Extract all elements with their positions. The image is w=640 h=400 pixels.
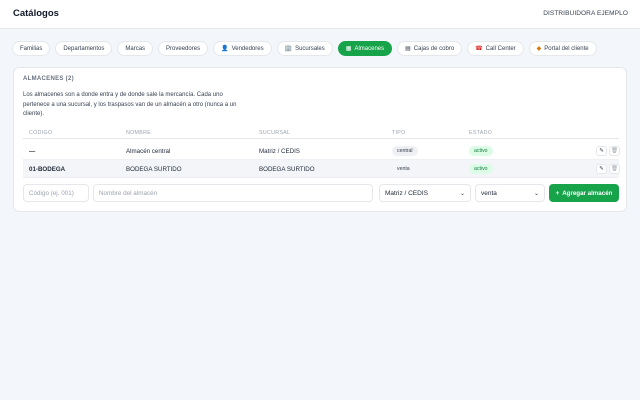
phone-icon: ☎ — [475, 45, 483, 52]
tab-label: Call Center — [485, 45, 516, 52]
pencil-icon: ✎ — [599, 166, 604, 172]
pencil-icon: ✎ — [599, 148, 604, 154]
add-button-label: Agregar almacén — [562, 189, 613, 197]
person-icon: 👤 — [221, 45, 229, 52]
tab-vendedores[interactable]: 👤 Vendedores — [213, 41, 272, 56]
type-badge: central — [392, 146, 418, 156]
delete-button[interactable]: 🗑 — [609, 164, 620, 174]
add-almacen-form: Código (ej. 001) Nombre del almacén Matr… — [23, 184, 619, 202]
trash-icon: 🗑 — [611, 166, 618, 172]
branch-select[interactable]: Matriz / CEDIS ⌄ — [379, 184, 471, 202]
tab-familias[interactable]: Familias — [12, 41, 51, 56]
header-branch: SUCURSAL — [259, 130, 291, 136]
header-name: NOMBRE — [126, 130, 152, 136]
tab-departamentos[interactable]: Departamentos — [55, 41, 113, 56]
tab-marcas[interactable]: Marcas — [117, 41, 154, 56]
tab-proveedores[interactable]: Proveedores — [158, 41, 209, 56]
code-input[interactable]: Código (ej. 001) — [23, 184, 89, 202]
tab-label: Vendedores — [231, 45, 264, 52]
tab-cajas-de-cobro[interactable]: ▤ Cajas de cobro — [397, 41, 463, 56]
branch-select-value: Matriz / CEDIS — [385, 189, 428, 197]
plus-icon: + — [555, 189, 560, 197]
header-status: ESTADO — [469, 130, 493, 136]
add-almacen-button[interactable]: + Agregar almacén — [549, 184, 619, 202]
building-icon: 🏢 — [284, 45, 293, 52]
edit-button[interactable]: ✎ — [596, 164, 607, 174]
status-badge: activo — [469, 164, 493, 174]
section-description: Los almacenes son a donde entra y de don… — [23, 92, 237, 118]
tab-almacenes[interactable]: ▦ Almacenes — [337, 41, 393, 56]
cell-name: BODEGA SURTIDO — [126, 166, 182, 173]
tab-label: Marcas — [125, 45, 146, 52]
tab-label: Sucursales — [295, 45, 325, 52]
table-row: — Almacén central Matriz / CEDIS central… — [23, 142, 620, 160]
tab-label: Portal del cliente — [544, 45, 589, 52]
table-row: 01-BODEGA BODEGA SURTIDO BODEGA SURTIDO … — [23, 160, 620, 178]
cell-code: — — [29, 148, 36, 155]
tab-label: Familias — [20, 45, 43, 52]
tab-label: Departamentos — [63, 45, 105, 52]
tab-call-center[interactable]: ☎ Call Center — [467, 41, 524, 56]
shop-icon: ◆ — [536, 45, 542, 52]
tab-portal-del-cliente[interactable]: ◆ Portal del cliente — [528, 41, 597, 56]
name-input[interactable]: Nombre del almacén — [93, 184, 373, 202]
section-title: ALMACENES (2) — [23, 76, 74, 82]
boxes-icon: ▦ — [345, 45, 352, 52]
cell-code: 01-BODEGA — [29, 166, 66, 173]
delete-button[interactable]: 🗑 — [609, 146, 620, 156]
tab-label: Proveedores — [166, 45, 201, 52]
type-badge: venta — [397, 166, 410, 172]
company-name[interactable]: DISTRIBUIDORA EJEMPLO — [543, 10, 628, 17]
type-select[interactable]: venta ⌄ — [475, 184, 545, 202]
tab-label: Almacenes — [354, 45, 385, 52]
page-title: Catálogos — [13, 8, 59, 19]
header-code: CÓDIGO — [29, 130, 53, 136]
status-badge: activo — [469, 146, 493, 156]
trash-icon: 🗑 — [611, 148, 618, 154]
register-icon: ▤ — [405, 45, 411, 52]
top-bar: Catálogos DISTRIBUIDORA EJEMPLO — [0, 0, 640, 29]
cell-name: Almacén central — [126, 148, 171, 155]
table-header: CÓDIGO NOMBRE SUCURSAL TIPO ESTADO — [23, 129, 619, 139]
chevron-down-icon: ⌄ — [533, 190, 539, 197]
cell-branch: Matriz / CEDIS — [259, 148, 300, 155]
chevron-down-icon: ⌄ — [459, 190, 465, 197]
catalog-tabs: Familias Departamentos Marcas Proveedore… — [12, 41, 597, 56]
header-type: TIPO — [392, 130, 406, 136]
almacenes-card: ALMACENES (2) Los almacenes son a donde … — [13, 67, 627, 212]
tab-label: Cajas de cobro — [413, 45, 455, 52]
tab-sucursales[interactable]: 🏢 Sucursales — [276, 41, 333, 56]
cell-branch: BODEGA SURTIDO — [259, 166, 315, 173]
type-select-value: venta — [481, 189, 497, 197]
edit-button[interactable]: ✎ — [596, 146, 607, 156]
